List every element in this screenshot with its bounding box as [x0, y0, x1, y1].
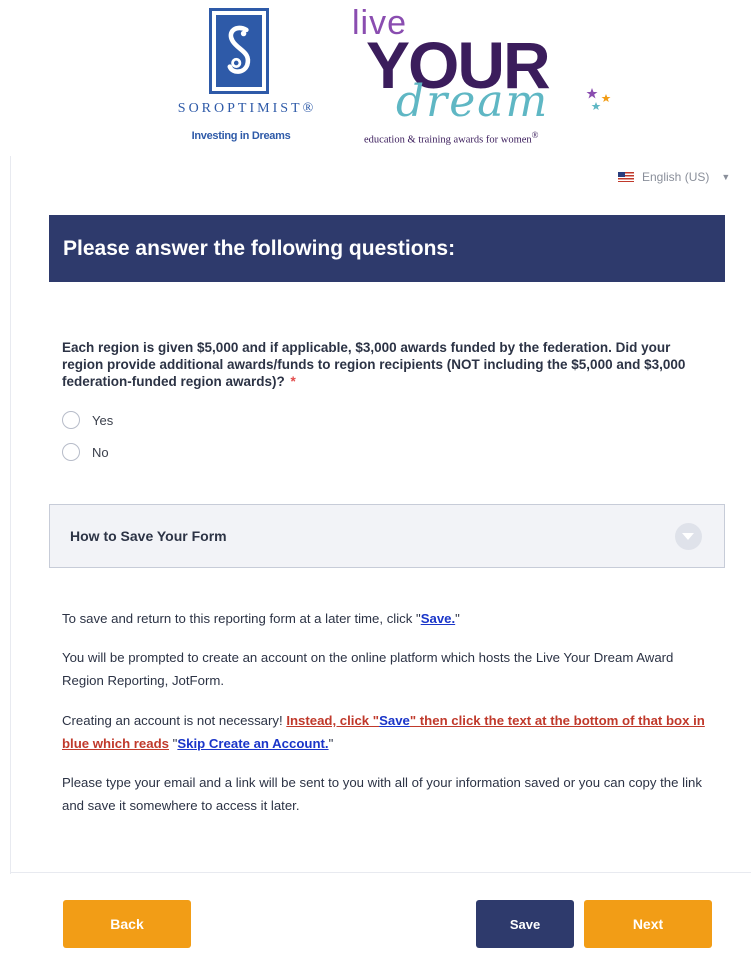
registered-mark: ® — [531, 130, 539, 140]
chevron-down-icon[interactable] — [675, 523, 702, 550]
soroptimist-wordmark: SOROPTIMIST® — [177, 101, 317, 116]
collapse-title: How to Save Your Form — [70, 528, 227, 544]
s-crest-icon — [209, 8, 269, 94]
live-your-dream-logo: live YOUR dream education & training awa… — [352, 6, 622, 152]
how-to-save-collapse[interactable]: How to Save Your Form — [49, 504, 725, 568]
instruction-skip: Creating an account is not necessary! In… — [62, 709, 712, 755]
next-button[interactable]: Next — [584, 900, 712, 948]
radio-label-yes: Yes — [92, 412, 114, 428]
back-button[interactable]: Back — [63, 900, 191, 948]
radio-button-yes[interactable] — [62, 411, 80, 429]
instruction-skip-post: " — [328, 736, 334, 751]
save-link-2[interactable]: Save — [379, 713, 410, 728]
instruction-account: You will be prompted to create an accoun… — [62, 650, 674, 688]
save-button[interactable]: Save — [476, 900, 574, 948]
stars-icon — [586, 88, 611, 110]
logo-tagline: education & training awards for women® — [364, 130, 539, 146]
instruction-save: To save and return to this reporting for… — [62, 607, 712, 630]
question-text: Each region is given $5,000 and if appli… — [62, 340, 686, 389]
radio-option-no[interactable]: No — [62, 443, 109, 461]
instruction-save-post: " — [455, 611, 460, 626]
page-title: Please answer the following questions: — [63, 236, 456, 260]
soroptimist-logo: SOROPTIMIST® Investing in Dreams — [157, 6, 337, 146]
instruction-email: Please type your email and a link will b… — [62, 775, 702, 813]
us-flag-icon — [618, 172, 634, 182]
footer-divider — [10, 872, 751, 873]
required-mark: * — [290, 374, 296, 389]
instruction-save-pre: To save and return to this reporting for… — [62, 611, 421, 626]
soroptimist-tagline: Investing in Dreams — [191, 130, 291, 142]
logo-dream-text: dream — [396, 76, 550, 127]
radio-label-no: No — [92, 444, 109, 460]
logo-tagline-text: education & training awards for women — [364, 134, 532, 146]
save-link[interactable]: Save. — [421, 611, 455, 626]
form-header: Please answer the following questions: — [49, 215, 725, 282]
skip-create-account-link[interactable]: Skip Create an Account. — [177, 736, 328, 751]
language-label: English (US) — [642, 170, 710, 184]
radio-option-yes[interactable]: Yes — [62, 411, 113, 429]
question-label: Each region is given $5,000 and if appli… — [62, 339, 702, 390]
caret-down-icon: ▼ — [721, 172, 731, 182]
radio-button-no[interactable] — [62, 443, 80, 461]
language-selector[interactable]: English (US) ▼ — [618, 170, 730, 184]
instruction-skip-red-1: Instead, click " — [286, 713, 380, 728]
instruction-skip-pre: Creating an account is not necessary! — [62, 713, 287, 728]
